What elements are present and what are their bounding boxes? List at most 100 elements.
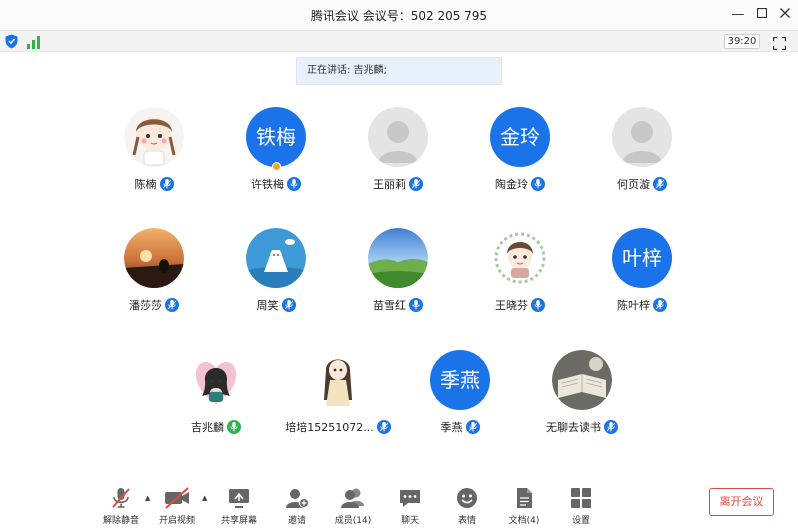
minimize-icon[interactable]: —	[728, 5, 748, 25]
participant-tile[interactable]: 吉兆麟	[156, 350, 276, 450]
document-icon	[497, 486, 551, 510]
host-badge-icon	[272, 162, 281, 171]
chat-icon	[383, 486, 437, 510]
emoji-label: 表情	[457, 516, 476, 526]
participant-name-row: 王晓芬	[460, 297, 580, 313]
mic-speaking-icon	[227, 420, 241, 434]
chat-button[interactable]: 聊天	[383, 486, 437, 526]
participant-tile[interactable]: 季燕 季燕	[400, 350, 520, 450]
participant-tile[interactable]: 王晓芬	[460, 228, 580, 328]
participant-name: 陶金玲	[495, 178, 528, 191]
mic-icon	[376, 420, 391, 434]
participant-name: 培培15251072...	[285, 421, 374, 434]
window-title: 腾讯会议 会议号：502 205 795	[310, 9, 488, 23]
participant-name: 王丽莉	[373, 178, 406, 191]
mic-icon	[409, 177, 423, 191]
participant-tile[interactable]: 苗雪红	[338, 228, 458, 328]
participant-name-row: 潘莎莎	[94, 297, 214, 313]
shield-icon[interactable]	[5, 34, 18, 53]
participant-name: 许铁梅	[251, 178, 284, 191]
participant-name-row: 王丽莉	[338, 176, 458, 192]
settings-label: 设置	[571, 516, 590, 526]
invite-label: 邀请	[287, 516, 306, 526]
participant-name: 周笑	[256, 299, 279, 312]
share-screen-button[interactable]: 共享屏幕	[212, 486, 266, 526]
unmute-label: 解除静音	[102, 516, 139, 526]
mic-icon	[653, 177, 667, 191]
participant-name: 吉兆麟	[191, 421, 224, 434]
avatar: 叶梓	[612, 228, 672, 288]
participant-tile[interactable]: 何页漩	[582, 107, 702, 207]
video-options-caret-icon[interactable]: ▲	[202, 494, 210, 502]
unmute-button[interactable]: 解除静音	[94, 486, 148, 526]
participant-tile[interactable]: 陈楠	[94, 107, 214, 207]
avatar: 金玲	[490, 107, 550, 167]
invite-button[interactable]: 邀请	[270, 486, 324, 526]
share-screen-label: 共享屏幕	[220, 516, 257, 526]
participant-name: 何页漩	[617, 178, 650, 191]
avatar	[124, 107, 184, 167]
docs-label: 文档(4)	[508, 516, 540, 526]
bottom-toolbar: 解除静音 ▲ 开启视频 ▲ 共享屏幕 邀请 成员(14) 聊天 表情 文档(4)…	[0, 478, 798, 528]
add-user-icon	[270, 486, 324, 510]
leave-meeting-button[interactable]: 离开会议	[709, 488, 774, 516]
participant-tile[interactable]: 叶梓 陈叶梓	[582, 228, 702, 328]
mic-icon	[409, 298, 423, 312]
settings-button[interactable]: 设置	[554, 486, 608, 526]
emoji-button[interactable]: 表情	[440, 486, 494, 526]
status-bar: 39:20	[0, 30, 798, 52]
participant-name-row: 吉兆麟	[156, 419, 276, 435]
participant-tile[interactable]: 潘莎莎	[94, 228, 214, 328]
mic-icon	[287, 177, 301, 191]
avatar	[552, 350, 612, 410]
members-icon	[326, 486, 380, 510]
mic-icon	[159, 177, 174, 191]
docs-button[interactable]: 文档(4)	[497, 486, 551, 526]
share-screen-icon	[212, 486, 266, 510]
participant-name-row: 季燕	[400, 419, 520, 435]
members-button[interactable]: 成员(14)	[326, 486, 380, 526]
avatar	[490, 228, 550, 288]
avatar	[186, 350, 246, 410]
chat-label: 聊天	[400, 516, 419, 526]
participant-name-row: 陈楠	[94, 176, 214, 192]
participant-tile[interactable]: 金玲 陶金玲	[460, 107, 580, 207]
participant-tile[interactable]: 培培15251072...	[278, 350, 398, 450]
mic-icon	[531, 298, 545, 312]
participant-tile[interactable]: 王丽莉	[338, 107, 458, 207]
participant-name-row: 苗雪红	[338, 297, 458, 313]
participant-name-row: 陶金玲	[460, 176, 580, 192]
participant-name-row: 许铁梅	[216, 176, 336, 192]
maximize-icon[interactable]	[752, 5, 772, 25]
avatar	[246, 228, 306, 288]
mic-icon	[465, 420, 480, 434]
participant-name-row: 何页漩	[582, 176, 702, 192]
title-bar: 腾讯会议 会议号：502 205 795 —	[0, 0, 798, 30]
start-video-button[interactable]: 开启视频	[150, 486, 204, 526]
mic-icon	[653, 298, 667, 312]
grid-settings-icon	[554, 486, 608, 510]
participant-tile[interactable]: 无聊去读书	[522, 350, 642, 450]
mic-icon	[165, 298, 179, 312]
start-video-label: 开启视频	[158, 516, 195, 526]
participant-tile[interactable]: 铁梅 许铁梅	[216, 107, 336, 207]
members-label: 成员(14)	[334, 516, 372, 526]
meeting-timer: 39:20	[724, 34, 760, 49]
participant-name-row: 陈叶梓	[582, 297, 702, 313]
mic-muted-icon	[94, 486, 148, 510]
fullscreen-icon[interactable]	[772, 35, 787, 54]
participant-name: 陈叶梓	[617, 299, 650, 312]
avatar	[368, 228, 428, 288]
camera-off-icon	[150, 486, 204, 510]
mic-icon	[531, 177, 545, 191]
participant-tile[interactable]: 周笑	[216, 228, 336, 328]
mic-icon	[281, 298, 296, 312]
participant-name-row: 无聊去读书	[522, 419, 642, 435]
participant-name: 苗雪红	[373, 299, 406, 312]
close-icon[interactable]	[775, 5, 795, 25]
mic-icon	[604, 420, 618, 434]
avatar	[368, 107, 428, 167]
signal-icon[interactable]	[27, 34, 40, 53]
smiley-icon	[440, 486, 494, 510]
participant-name: 季燕	[440, 421, 463, 434]
